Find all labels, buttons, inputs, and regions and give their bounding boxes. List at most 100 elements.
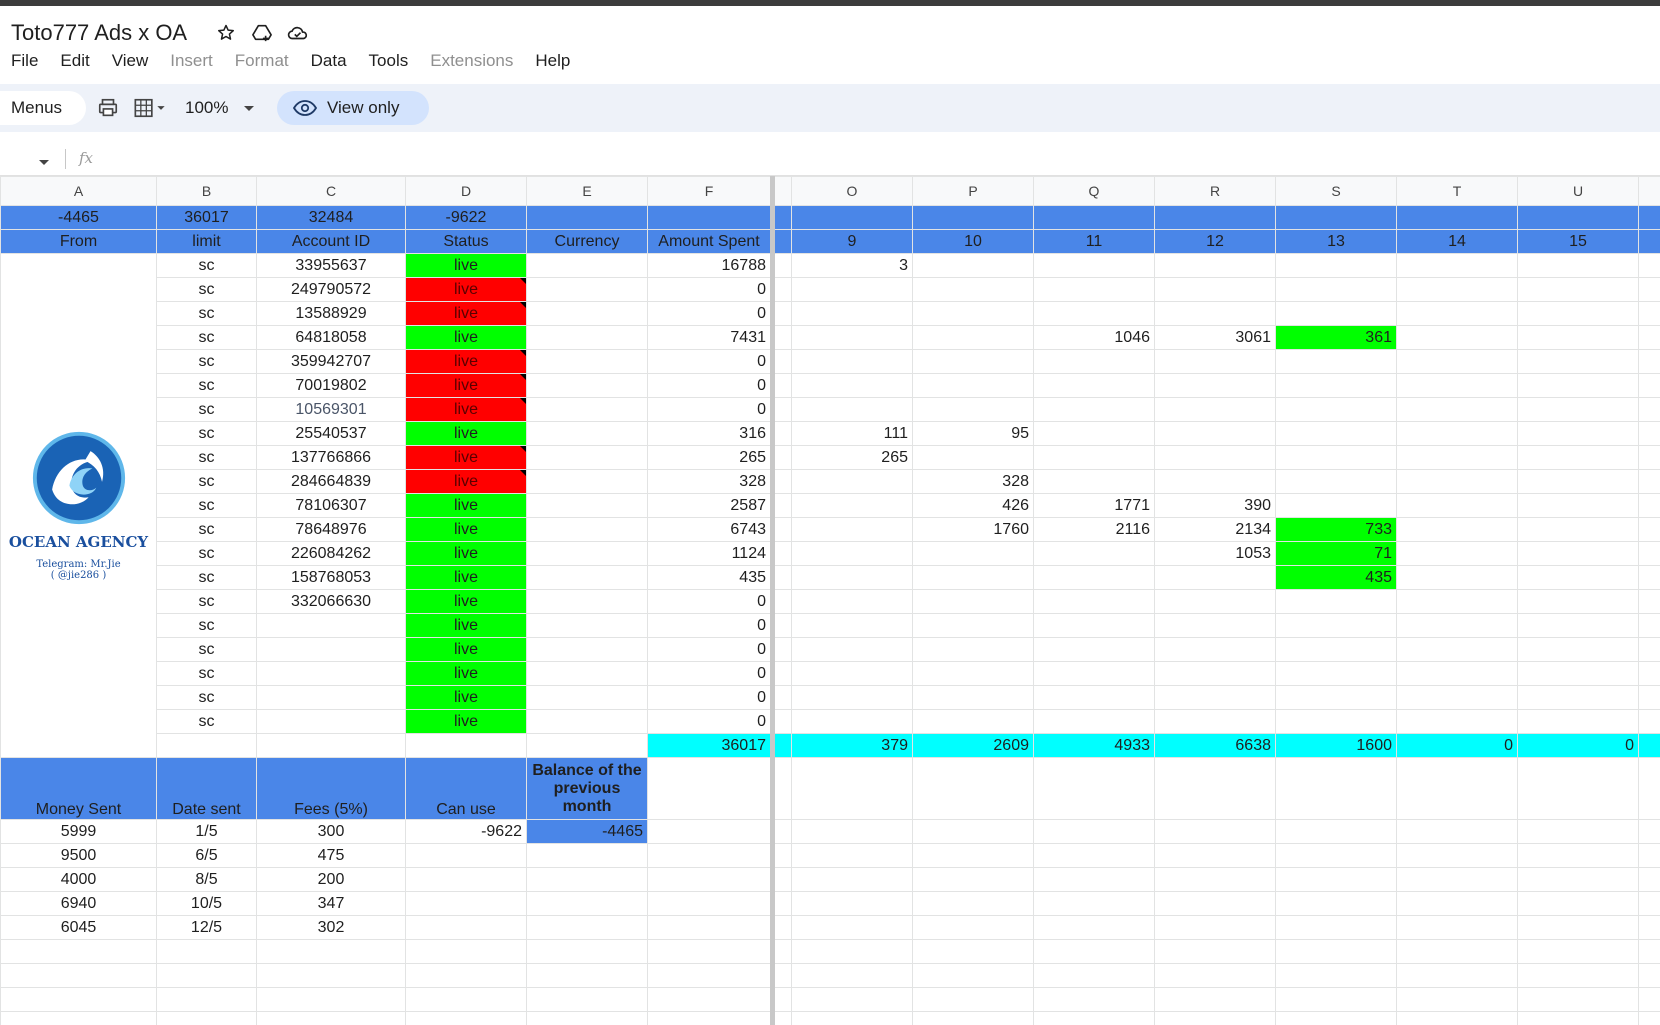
- day-spend-cell[interactable]: [1033, 253, 1155, 278]
- money-sent-cell[interactable]: 4000: [0, 867, 157, 892]
- limit-cell[interactable]: sc: [156, 349, 257, 374]
- amount-spent-cell[interactable]: 0: [647, 589, 771, 614]
- day-spend-cell[interactable]: [1275, 613, 1397, 638]
- can-use-cell[interactable]: [405, 915, 527, 940]
- cell[interactable]: [1517, 891, 1639, 916]
- menu-help[interactable]: Help: [524, 49, 581, 73]
- column-header[interactable]: A: [0, 176, 157, 206]
- cell[interactable]: [791, 757, 913, 820]
- day-spend-cell[interactable]: [1154, 373, 1276, 398]
- cell[interactable]: [912, 843, 1034, 868]
- cell[interactable]: [256, 939, 406, 964]
- cell[interactable]: [912, 1011, 1034, 1025]
- column-header[interactable]: B: [156, 176, 257, 206]
- day-spend-cell[interactable]: [912, 349, 1034, 374]
- cell[interactable]: [1033, 891, 1155, 916]
- day-spend-cell[interactable]: 265: [791, 445, 913, 470]
- day-spend-cell[interactable]: [1396, 373, 1518, 398]
- column-header[interactable]: S: [1275, 176, 1397, 206]
- day-spend-cell[interactable]: [912, 445, 1034, 470]
- payments-header-b[interactable]: Date sent: [156, 757, 257, 820]
- limit-cell[interactable]: sc: [156, 517, 257, 542]
- day-spend-cell[interactable]: [1517, 685, 1639, 710]
- cell[interactable]: [405, 1011, 527, 1025]
- day-spend-cell[interactable]: 1760: [912, 517, 1034, 542]
- account-id-cell[interactable]: 284664839: [256, 469, 406, 494]
- day-spend-cell[interactable]: [912, 397, 1034, 422]
- header-day[interactable]: 9: [791, 229, 913, 254]
- header-day[interactable]: 10: [912, 229, 1034, 254]
- summary-blank[interactable]: [1396, 205, 1518, 230]
- money-sent-cell[interactable]: 5999: [0, 819, 157, 844]
- cell[interactable]: [1638, 1011, 1660, 1025]
- cell[interactable]: [1638, 397, 1660, 422]
- cell[interactable]: [1033, 915, 1155, 940]
- amount-spent-cell[interactable]: 435: [647, 565, 771, 590]
- cell[interactable]: [405, 939, 527, 964]
- column-header[interactable]: R: [1154, 176, 1276, 206]
- fees-cell[interactable]: 300: [256, 819, 406, 844]
- column-header[interactable]: Q: [1033, 176, 1155, 206]
- day-spend-cell[interactable]: [1275, 397, 1397, 422]
- currency-cell[interactable]: [526, 493, 648, 518]
- column-header[interactable]: C: [256, 176, 406, 206]
- menu-file[interactable]: File: [0, 49, 49, 73]
- summary-blank[interactable]: [1275, 205, 1397, 230]
- cell[interactable]: [1396, 819, 1518, 844]
- amount-spent-cell[interactable]: 265: [647, 445, 771, 470]
- limit-cell[interactable]: sc: [156, 637, 257, 662]
- amount-spent-cell[interactable]: 0: [647, 685, 771, 710]
- cell[interactable]: [912, 987, 1034, 1012]
- fees-cell[interactable]: 475: [256, 843, 406, 868]
- amount-spent-cell[interactable]: 0: [647, 349, 771, 374]
- limit-cell[interactable]: sc: [156, 493, 257, 518]
- account-id-cell[interactable]: 64818058: [256, 325, 406, 350]
- day-spend-cell[interactable]: [912, 565, 1034, 590]
- total-day[interactable]: 1600: [1275, 733, 1397, 758]
- status-badge[interactable]: live: [405, 541, 527, 566]
- cell[interactable]: [647, 891, 771, 916]
- cell[interactable]: [0, 1011, 157, 1025]
- cell[interactable]: [791, 891, 913, 916]
- day-spend-cell[interactable]: 1046: [1033, 325, 1155, 350]
- day-spend-cell[interactable]: [1517, 325, 1639, 350]
- day-spend-cell[interactable]: [1275, 421, 1397, 446]
- money-sent-cell[interactable]: 6940: [0, 891, 157, 916]
- day-spend-cell[interactable]: [1275, 661, 1397, 686]
- cell[interactable]: [1154, 891, 1276, 916]
- day-spend-cell[interactable]: [1396, 541, 1518, 566]
- cell[interactable]: [1638, 709, 1660, 734]
- account-id-cell[interactable]: [256, 661, 406, 686]
- summary-c[interactable]: 32484: [256, 205, 406, 230]
- menu-view[interactable]: View: [101, 49, 160, 73]
- total-blank[interactable]: [1638, 733, 1660, 758]
- cell[interactable]: [1275, 915, 1397, 940]
- day-spend-cell[interactable]: [912, 325, 1034, 350]
- print-icon[interactable]: [97, 96, 119, 120]
- day-spend-cell[interactable]: 1771: [1033, 493, 1155, 518]
- cell[interactable]: [1033, 987, 1155, 1012]
- summary-blank[interactable]: [526, 205, 648, 230]
- currency-cell[interactable]: [526, 253, 648, 278]
- limit-cell[interactable]: sc: [156, 421, 257, 446]
- cell[interactable]: [1396, 757, 1518, 820]
- currency-cell[interactable]: [526, 517, 648, 542]
- day-spend-cell[interactable]: [912, 709, 1034, 734]
- day-spend-cell[interactable]: [912, 301, 1034, 326]
- day-spend-cell[interactable]: 1053: [1154, 541, 1276, 566]
- cell[interactable]: [647, 843, 771, 868]
- day-spend-cell[interactable]: [1033, 277, 1155, 302]
- balance-cell[interactable]: [526, 867, 648, 892]
- currency-cell[interactable]: [526, 445, 648, 470]
- header-blank[interactable]: [1638, 229, 1660, 254]
- status-badge[interactable]: live: [405, 589, 527, 614]
- column-header[interactable]: T: [1396, 176, 1518, 206]
- cell[interactable]: [647, 819, 771, 844]
- cell[interactable]: [1275, 939, 1397, 964]
- cell[interactable]: [1275, 757, 1397, 820]
- cell[interactable]: [156, 1011, 257, 1025]
- account-id-cell[interactable]: 226084262: [256, 541, 406, 566]
- cell[interactable]: [1638, 891, 1660, 916]
- status-badge[interactable]: live: [405, 709, 527, 734]
- cell[interactable]: [526, 963, 648, 988]
